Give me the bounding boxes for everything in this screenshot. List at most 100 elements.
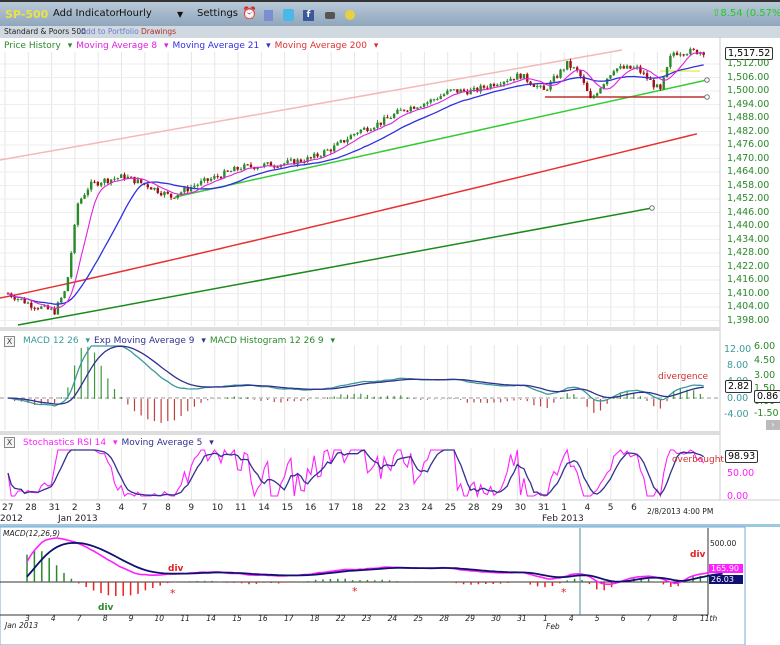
trendline-handle: [649, 205, 655, 211]
bottom-date-label: 1: [543, 614, 548, 623]
candle: [619, 66, 622, 69]
candle: [589, 91, 592, 99]
candle: [249, 164, 253, 168]
candle: [359, 129, 363, 133]
candle: [625, 65, 629, 69]
candle: [30, 302, 33, 308]
price-tick: 1,446.00: [727, 206, 770, 218]
div-annotation: div: [98, 603, 114, 613]
candle: [313, 153, 316, 158]
price-tick: 1,512.00: [727, 58, 770, 69]
candle: [356, 132, 359, 135]
candle: [579, 70, 582, 77]
legend-ma8[interactable]: Moving Average 8 ▾: [76, 41, 168, 51]
date-label: 10: [211, 503, 224, 513]
candle: [319, 156, 323, 158]
candle: [655, 84, 659, 88]
candle: [429, 99, 432, 103]
candle: [409, 106, 412, 112]
candle: [226, 170, 229, 172]
date-label: 31: [48, 503, 61, 513]
candle: [352, 134, 356, 136]
candle: [492, 83, 496, 87]
month-label: Feb 2013: [542, 514, 584, 524]
candle: [449, 89, 452, 91]
candle: [86, 189, 90, 195]
candle: [486, 87, 489, 89]
date-label: 9: [188, 503, 195, 513]
candle: [412, 106, 416, 109]
candle: [276, 166, 279, 168]
candle: [419, 106, 422, 108]
candle: [206, 178, 209, 181]
candle: [239, 169, 243, 171]
date-label: 16: [304, 503, 317, 513]
bottom-date-label: 28: [439, 614, 449, 623]
date-label: 7: [141, 503, 148, 513]
date-label: 31: [537, 503, 550, 513]
price-tick: 1,416.00: [727, 274, 770, 285]
candle: [286, 160, 289, 164]
legend-macd[interactable]: MACD 12 26 ▾: [23, 336, 90, 346]
candle: [462, 89, 466, 92]
candle: [406, 110, 409, 112]
candle: [559, 69, 562, 78]
candle: [612, 71, 615, 76]
legend-price-history[interactable]: Price History ▾: [4, 41, 72, 51]
legend-macd-histogram[interactable]: MACD Histogram 12 26 9 ▾: [210, 336, 335, 346]
candle: [136, 179, 140, 184]
candle: [176, 194, 179, 198]
candle: [76, 203, 80, 225]
price-tick: 1,464.00: [727, 166, 770, 177]
legend-ma21[interactable]: Moving Average 21 ▾: [173, 41, 271, 51]
candle: [402, 109, 406, 111]
candle: [193, 185, 196, 188]
candle: [149, 187, 153, 190]
price-tick: 1,458.00: [727, 179, 770, 191]
candle: [569, 60, 572, 68]
candle: [346, 139, 349, 143]
stoch-value-box: 98.93: [725, 450, 759, 463]
legend-ma200[interactable]: Moving Average 200 ▾: [275, 41, 379, 51]
candle: [675, 52, 679, 55]
date-label: 28: [468, 503, 480, 513]
candle: [369, 129, 373, 132]
candle: [106, 178, 110, 184]
candle: [599, 88, 602, 94]
close-macd-button[interactable]: X: [4, 336, 15, 347]
bottom-tick: 500.00: [710, 539, 737, 548]
candle: [299, 159, 303, 162]
legend-stoch-rsi[interactable]: Stochastics RSI 14 ▾: [23, 438, 117, 448]
candle: [366, 127, 369, 132]
bottom-date-label: 22: [335, 614, 346, 623]
chart-canvas[interactable]: * * *: [0, 0, 780, 645]
close-stoch-button[interactable]: X: [4, 437, 15, 448]
date-label: 4: [118, 503, 125, 513]
price-tick: 1,398.00: [727, 314, 770, 326]
stoch-rsi-line: [7, 448, 705, 499]
scroll-right-button[interactable]: ›: [766, 420, 780, 430]
month-label: Jan 2013: [58, 514, 98, 524]
candle: [169, 193, 173, 198]
candle: [336, 142, 339, 146]
bottom-date-label: 4: [568, 614, 574, 623]
price-tick: 1,428.00: [727, 247, 770, 258]
candle: [372, 127, 376, 130]
hist-tick: 3.00: [754, 370, 776, 381]
candle: [246, 164, 249, 166]
candle: [649, 78, 652, 80]
candle: [392, 113, 396, 118]
legend-stoch-ma5[interactable]: Moving Average 5 ▾: [121, 438, 213, 448]
candle: [379, 122, 382, 125]
candle: [289, 159, 293, 161]
legend-ema9[interactable]: Exp Moving Average 9 ▾: [94, 336, 206, 346]
candle: [609, 75, 612, 79]
bottom-date-label: 17: [284, 614, 294, 623]
candle: [159, 192, 163, 196]
bottom-date-label: 18: [309, 614, 320, 623]
candle: [129, 176, 133, 178]
date-label: 22: [374, 503, 387, 513]
bottom-date-label: 8: [672, 614, 678, 623]
date-label: 8: [165, 503, 171, 513]
candle: [456, 89, 459, 93]
